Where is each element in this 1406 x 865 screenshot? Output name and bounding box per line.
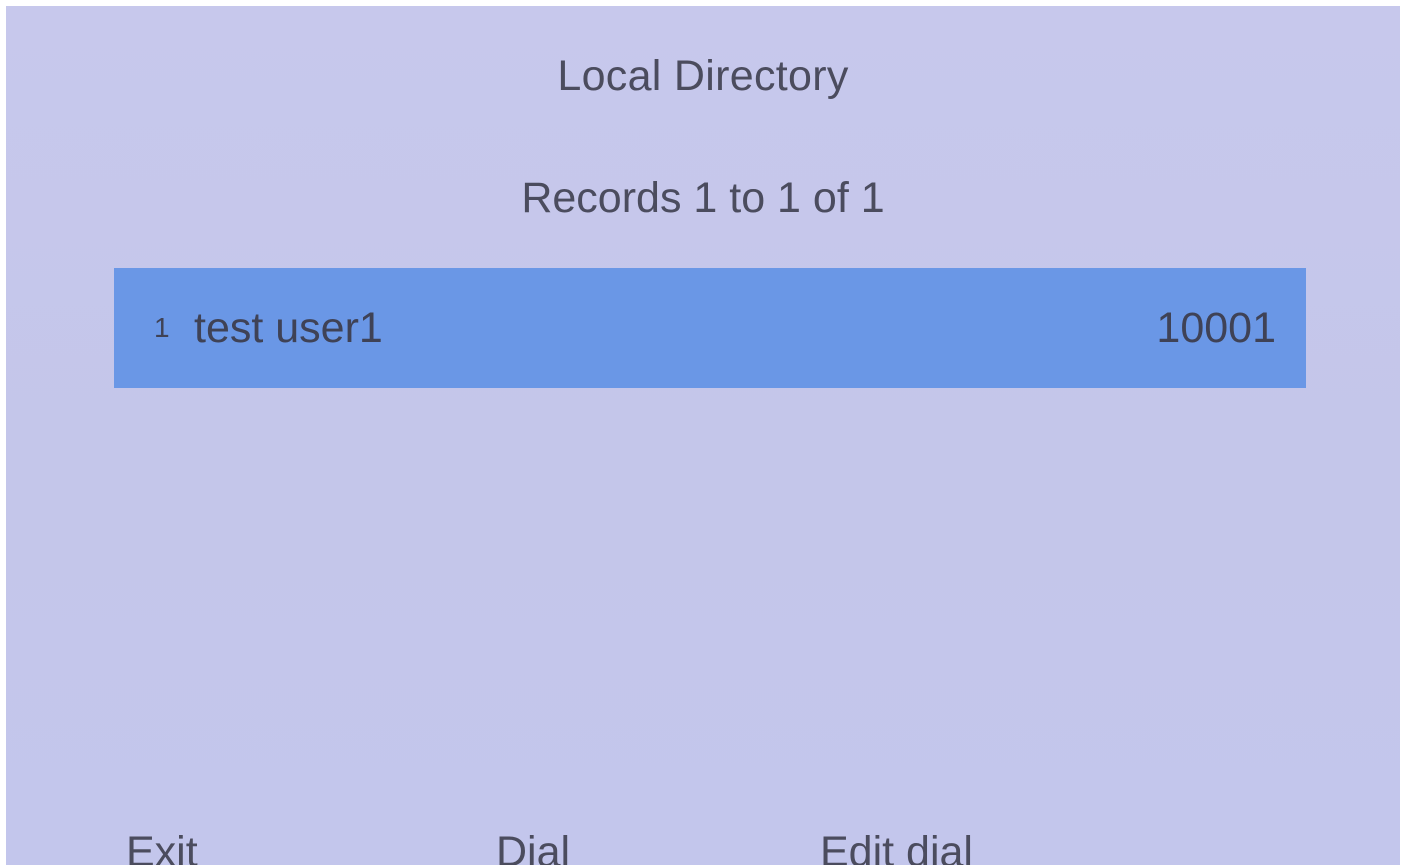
entry-number: 10001 xyxy=(1156,304,1276,352)
entry-name: test user1 xyxy=(194,304,383,352)
directory-entry-selected[interactable]: 1 test user1 10001 xyxy=(114,268,1306,388)
phone-screen: Local Directory Records 1 to 1 of 1 1 te… xyxy=(6,6,1400,865)
directory-list: 1 test user1 10001 xyxy=(114,268,1306,388)
edit-dial-softkey[interactable]: Edit dial xyxy=(820,824,973,865)
softkey-bar: Exit Dial Edit dial xyxy=(6,824,1400,865)
page-title: Local Directory xyxy=(557,52,849,100)
entry-index: 1 xyxy=(154,312,170,343)
dial-softkey[interactable]: Dial xyxy=(496,824,570,865)
records-summary: Records 1 to 1 of 1 xyxy=(521,174,885,222)
exit-softkey[interactable]: Exit xyxy=(126,824,198,865)
